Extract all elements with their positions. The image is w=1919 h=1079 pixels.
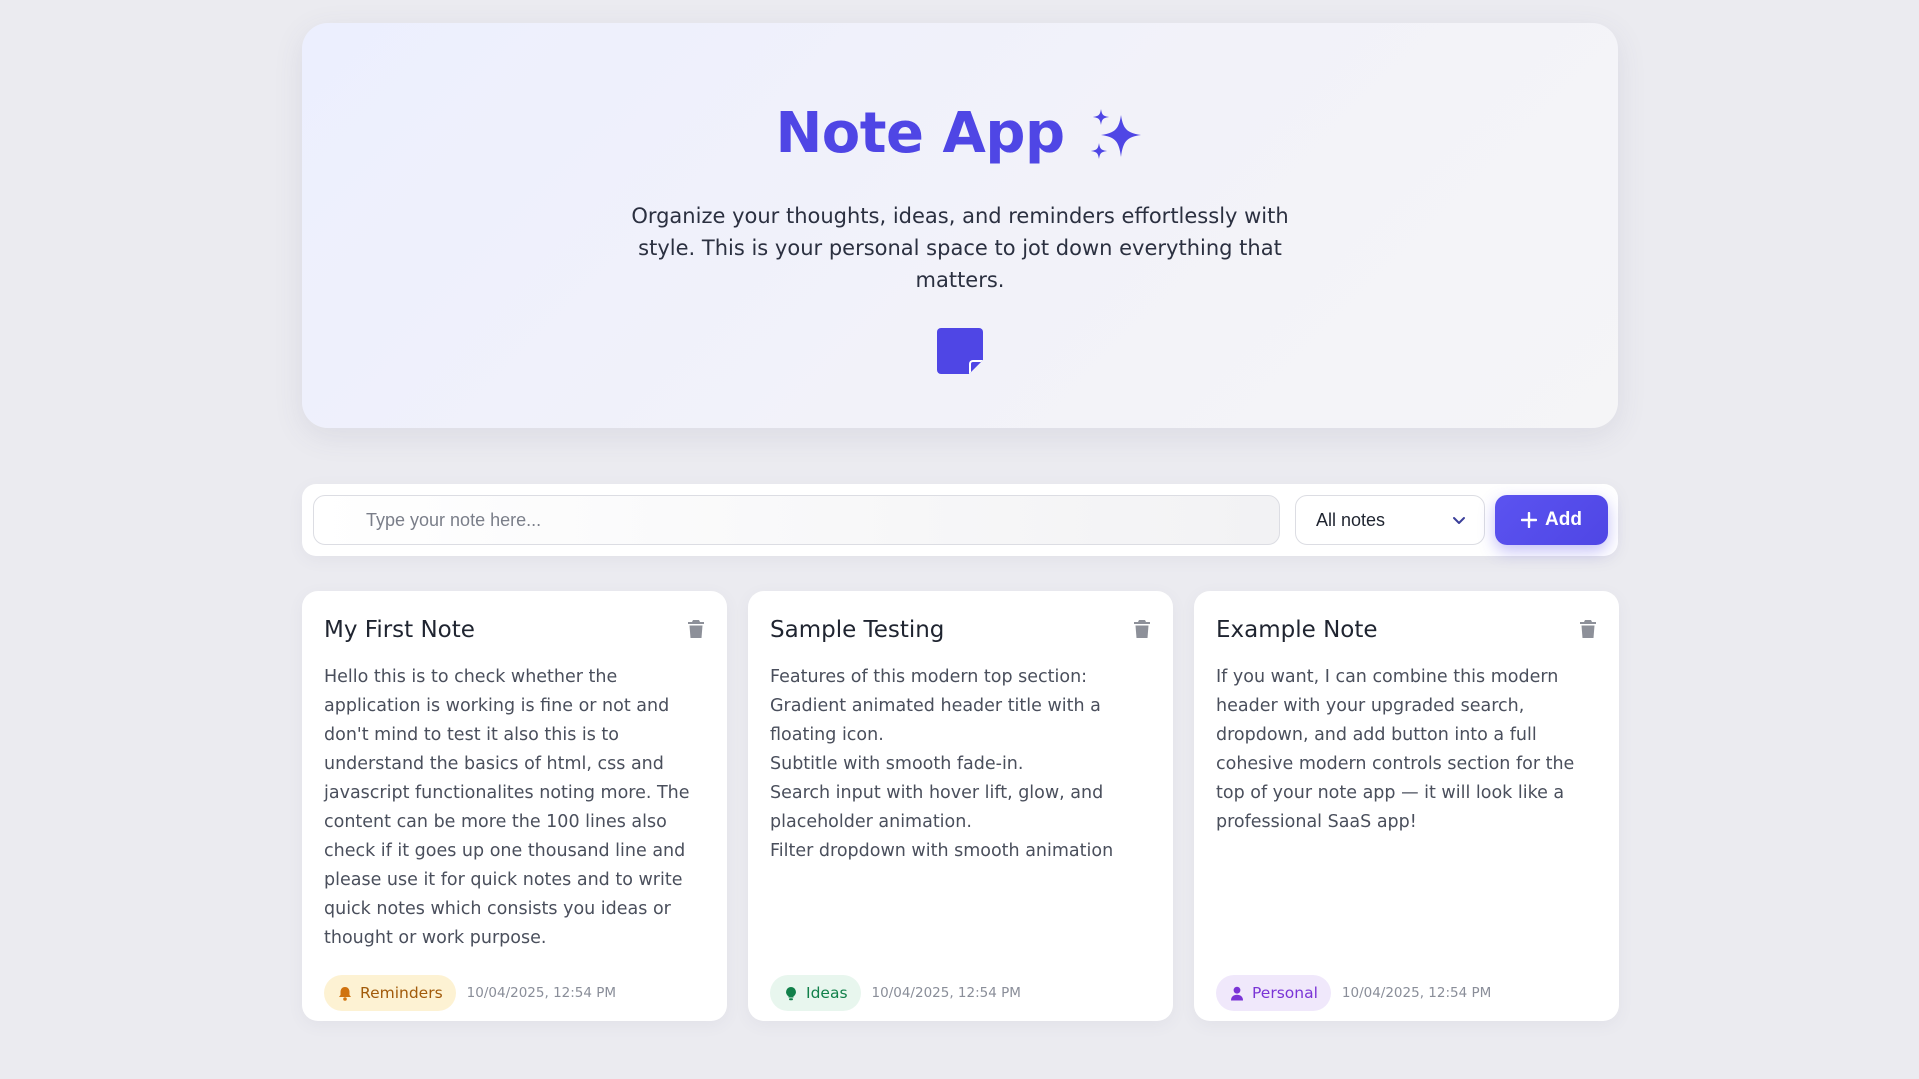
plus-icon [1521, 512, 1538, 528]
filter-selected-value: All notes [1316, 509, 1386, 530]
trash-icon[interactable] [687, 619, 705, 639]
note-card: Sample Testing Features of this modern t… [748, 591, 1173, 1021]
category-badge: Personal [1216, 975, 1331, 1011]
bell-icon [339, 986, 351, 1001]
sparkles-icon [1090, 108, 1141, 159]
page-title: Note App [775, 101, 1065, 166]
note-timestamp: 10/04/2025, 12:54 PM [466, 985, 617, 1001]
note-body: Features of this modern top section: Gra… [770, 667, 1114, 861]
trash-icon[interactable] [1579, 619, 1597, 639]
note-timestamp: 10/04/2025, 12:54 PM [1341, 985, 1492, 1001]
category-label: Personal [1252, 984, 1318, 1002]
lightbulb-icon [786, 986, 796, 1000]
note-body: Hello this is to check whether the appli… [324, 667, 690, 948]
note-body: If you want, I can combine this modern h… [1216, 667, 1575, 832]
add-note-button[interactable]: Add [1495, 495, 1608, 545]
hero-title-row: Note App [302, 101, 1618, 166]
note-footer: Personal 10/04/2025, 12:54 PM [1216, 975, 1491, 1011]
category-label: Ideas [806, 984, 848, 1002]
add-button-label: Add [1545, 509, 1582, 530]
category-badge: Reminders [324, 975, 456, 1011]
category-label: Reminders [360, 984, 443, 1002]
user-icon [1231, 986, 1243, 1000]
note-title: Example Note [1216, 617, 1378, 643]
note-footer: Reminders 10/04/2025, 12:54 PM [324, 975, 616, 1011]
page: Note App Organize your thoughts, ideas, … [0, 0, 1919, 1079]
filter-dropdown[interactable]: All notes [1295, 495, 1485, 545]
note-title: Sample Testing [770, 617, 945, 643]
category-badge: Ideas [770, 975, 861, 1011]
controls-bar: All notes Add [302, 484, 1618, 556]
trash-icon[interactable] [1133, 619, 1151, 639]
hero-section: Note App Organize your thoughts, ideas, … [302, 23, 1618, 428]
note-card: Example Note If you want, I can combine … [1194, 591, 1619, 1021]
chevron-down-icon [1453, 517, 1465, 524]
note-card: My First Note Hello this is to check whe… [302, 591, 727, 1021]
sticky-note-icon [937, 328, 983, 374]
note-footer: Ideas 10/04/2025, 12:54 PM [770, 975, 1021, 1011]
hero-subtitle: Organize your thoughts, ideas, and remin… [631, 204, 1289, 292]
search-input[interactable] [313, 495, 1280, 545]
note-title: My First Note [324, 617, 475, 643]
note-timestamp: 10/04/2025, 12:54 PM [871, 985, 1021, 1001]
